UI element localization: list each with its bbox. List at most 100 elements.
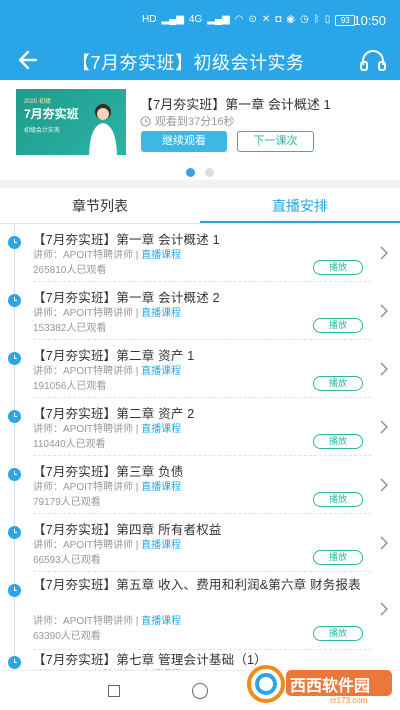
play-button[interactable]: 播放	[313, 492, 363, 507]
thumbnail-subtitle: 初级会计实务	[24, 128, 61, 134]
audio-button[interactable]	[358, 46, 388, 74]
teacher-name: 讲师：APOIT特聘讲师	[33, 308, 134, 319]
clock-icon	[8, 468, 21, 481]
teacher-name: 讲师：APOIT特聘讲师	[33, 250, 134, 261]
chevron-right-icon	[380, 362, 388, 376]
play-button[interactable]: 播放	[313, 318, 363, 333]
status-time: 10:50	[353, 13, 386, 28]
teacher-name: 讲师：APOIT特聘讲师	[33, 366, 134, 377]
tab-live-schedule[interactable]: 直播安排	[200, 188, 400, 224]
clock-icon	[140, 115, 151, 127]
play-button[interactable]: 播放	[313, 434, 363, 449]
view-count: 110440人已观看	[33, 439, 106, 450]
teacher-name: 讲师：APOIT特聘讲师	[33, 540, 134, 551]
play-button[interactable]: 播放	[313, 626, 363, 641]
teacher-name: 讲师：APOIT特聘讲师	[33, 616, 134, 627]
nfc-icon: ◘	[275, 14, 282, 25]
tab-chapter-list[interactable]: 章节列表	[0, 188, 200, 224]
home-button[interactable]	[192, 683, 208, 699]
now-playing-title: 【7月夯实班】第一章 会计概述 1	[140, 97, 331, 112]
separator: |	[133, 366, 142, 377]
wifi-icon: ◠	[234, 14, 244, 25]
lesson-teacher: 讲师：APOIT特聘讲师 | 直播课程	[33, 478, 181, 493]
now-playing-card: 2020 初级 7月夯实班 初级会计实务 【7月夯实班】第一章 会计概述 1 观…	[0, 80, 400, 180]
separator: |	[133, 424, 142, 435]
play-button[interactable]: 播放	[313, 260, 363, 275]
lesson-teacher: 讲师：APOIT特聘讲师 | 直播课程	[33, 362, 181, 377]
live-course-link[interactable]: 直播课程	[141, 424, 181, 435]
play-button[interactable]: 播放	[313, 376, 363, 391]
teacher-name: 讲师：APOIT特聘讲师	[33, 482, 134, 493]
next-lesson-button[interactable]: 下一课次	[237, 131, 314, 152]
continue-watching-button[interactable]: 继续观看	[141, 131, 227, 152]
separator: |	[133, 616, 142, 627]
chevron-right-icon	[380, 478, 388, 492]
chevron-right-icon	[380, 602, 388, 616]
network-4g-icon: 4G	[188, 14, 203, 25]
separator: |	[133, 308, 142, 319]
live-course-link[interactable]: 直播课程	[141, 308, 181, 319]
bluetooth-icon: ᛒ	[313, 14, 320, 25]
live-course-link[interactable]: 直播课程	[141, 250, 181, 261]
chevron-right-icon	[380, 246, 388, 260]
hd-network-icon: HD	[142, 14, 157, 25]
watermark-logo: 西西软件园 cr173.com	[246, 662, 396, 706]
clock-icon	[8, 294, 21, 307]
lesson-title: 【7月夯实班】第五章 收入、费用和利润&第六章 财务报表	[33, 578, 361, 592]
signal-icon-2: ▂▄▆	[207, 14, 230, 25]
watermark-site: cr173.com	[330, 696, 368, 705]
live-course-link[interactable]: 直播课程	[141, 616, 181, 627]
clock-icon	[8, 352, 21, 365]
vibrate-icon: ▯	[324, 14, 331, 25]
section-divider	[0, 180, 400, 188]
chevron-right-icon	[380, 304, 388, 318]
headphones-icon	[360, 50, 386, 71]
lesson-list: 【7月夯实班】第一章 会计概述 1 讲师：APOIT特聘讲师 | 直播课程 26…	[0, 224, 400, 670]
live-course-link[interactable]: 直播课程	[141, 482, 181, 493]
thumbnail-tag: 2020 初级	[24, 99, 52, 105]
lesson-item[interactable]: 【7月夯实班】第二章 资产 2 讲师：APOIT特聘讲师 | 直播课程 1104…	[0, 398, 400, 456]
view-count: 191056人已观看	[33, 381, 107, 392]
lesson-item[interactable]: 【7月夯实班】第五章 收入、费用和利润&第六章 财务报表 讲师：APOIT特聘讲…	[0, 572, 400, 650]
arrow-left-icon	[18, 50, 38, 70]
app-header: 【7月夯实班】初级会计实务	[0, 40, 400, 80]
lesson-item[interactable]: 【7月夯实班】第一章 会计概述 1 讲师：APOIT特聘讲师 | 直播课程 26…	[0, 224, 400, 282]
watch-progress: 观看到37分16秒	[140, 113, 234, 129]
alarm-icon: ⊙	[248, 14, 257, 25]
separator: |	[133, 540, 142, 551]
signal-icon: ▂▄▆	[161, 14, 184, 25]
recent-apps-button[interactable]	[108, 685, 120, 697]
carousel-dot-2[interactable]	[205, 168, 214, 177]
separator: |	[133, 482, 142, 493]
separator: |	[133, 250, 142, 261]
live-course-link[interactable]: 直播课程	[141, 540, 181, 551]
carousel-dot-1[interactable]	[186, 168, 195, 177]
lesson-item[interactable]: 【7月夯实班】第二章 资产 1 讲师：APOIT特聘讲师 | 直播课程 1910…	[0, 340, 400, 398]
course-thumbnail[interactable]: 2020 初级 7月夯实班 初级会计实务	[16, 89, 126, 155]
carousel-indicator	[186, 168, 214, 177]
back-button[interactable]	[16, 46, 46, 74]
view-count: 66593人已观看	[33, 555, 101, 566]
lesson-teacher: 讲师：APOIT特聘讲师 | 直播课程	[33, 536, 181, 551]
lesson-teacher: 讲师：APOIT特聘讲师 | 直播课程	[33, 304, 181, 319]
lesson-item[interactable]: 【7月夯实班】第三章 负债 讲师：APOIT特聘讲师 | 直播课程 79179人…	[0, 456, 400, 514]
play-button[interactable]: 播放	[313, 550, 363, 565]
view-count: 79179人已观看	[33, 497, 101, 508]
lesson-teacher: 讲师：APOIT特聘讲师 | 直播课程	[33, 612, 181, 627]
view-count: 153382人已观看	[33, 323, 107, 334]
view-count: 63390人已观看	[33, 631, 101, 642]
lesson-item[interactable]: 【7月夯实班】第一章 会计概述 2 讲师：APOIT特聘讲师 | 直播课程 15…	[0, 282, 400, 340]
lesson-teacher: 讲师：APOIT特聘讲师 | 直播课程	[33, 420, 181, 435]
battery-icon: 93	[335, 14, 356, 26]
tab-bar: 章节列表 直播安排	[0, 188, 400, 224]
lesson-teacher: 讲师：APOIT特聘讲师 | 直播课程	[33, 246, 181, 261]
lesson-item[interactable]: 【7月夯实班】第四章 所有者权益 讲师：APOIT特聘讲师 | 直播课程 665…	[0, 514, 400, 572]
live-course-link[interactable]: 直播课程	[141, 366, 181, 377]
watermark-brand: 西西软件园	[290, 678, 371, 695]
eye-comfort-icon: ◉	[286, 14, 296, 25]
clock-icon	[8, 656, 21, 669]
active-tab-indicator	[200, 221, 400, 223]
view-count: 265810人已观看	[33, 265, 107, 276]
status-bar: HD ▂▄▆ 4G ▂▄▆ ◠ ⊙ ✕ ◘ ◉ ◷ ᛒ ▯ 93 10:50	[0, 0, 400, 40]
chevron-right-icon	[380, 420, 388, 434]
